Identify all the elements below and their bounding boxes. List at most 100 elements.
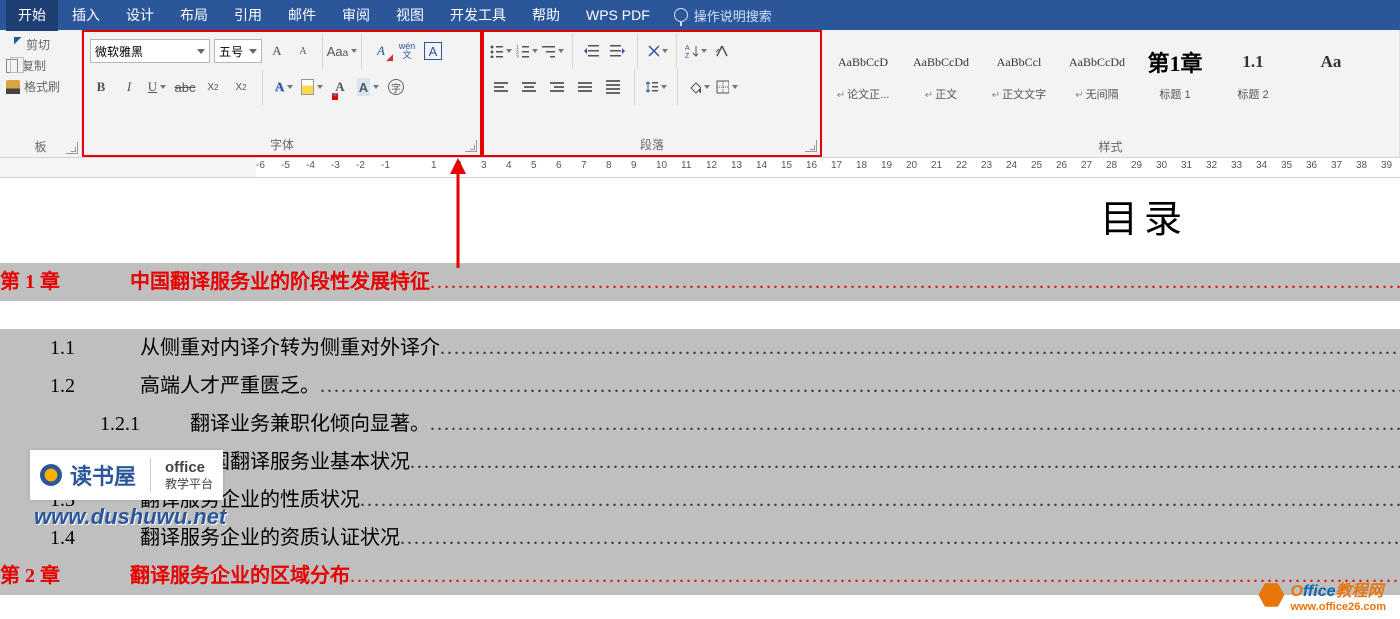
numbering-button[interactable]: 123 bbox=[516, 40, 538, 62]
bullets-button[interactable] bbox=[490, 40, 512, 62]
tab-view[interactable]: 视图 bbox=[384, 0, 436, 31]
change-case-button[interactable]: Aa bbox=[331, 40, 353, 62]
tell-me-search[interactable]: 操作说明搜索 bbox=[664, 6, 782, 25]
strike-button[interactable]: abc bbox=[174, 76, 196, 98]
clipboard-launcher[interactable] bbox=[66, 142, 78, 154]
distributed-button[interactable] bbox=[602, 76, 624, 98]
align-left-icon bbox=[494, 82, 508, 92]
text-effects-button[interactable]: A bbox=[273, 76, 295, 98]
char-border-button[interactable]: A bbox=[422, 40, 444, 62]
align-left-button[interactable] bbox=[490, 76, 512, 98]
clear-format-button[interactable]: A◢ bbox=[370, 40, 392, 62]
multilevel-list-button[interactable] bbox=[542, 40, 564, 62]
toc-leader: ........................................… bbox=[320, 367, 1400, 405]
enclose-char-button[interactable]: 字 bbox=[385, 76, 407, 98]
separator bbox=[322, 33, 323, 69]
style-item-4[interactable]: 第1章标题 1 bbox=[1140, 38, 1210, 106]
toc-row[interactable]: 第 2 章翻译服务企业的区域分布........................… bbox=[0, 557, 1400, 595]
style-name: 标题 1 bbox=[1159, 86, 1190, 102]
borders-button[interactable] bbox=[716, 76, 738, 98]
tab-insert[interactable]: 插入 bbox=[60, 0, 112, 31]
distributed-icon bbox=[606, 80, 620, 94]
bulb-icon bbox=[674, 8, 688, 22]
font-size-combo[interactable]: 五号 bbox=[214, 39, 262, 63]
char-shading-button[interactable]: A bbox=[357, 76, 379, 98]
tab-references[interactable]: 引用 bbox=[222, 0, 274, 31]
toc-row[interactable]: 1.1从侧重对内译介转为侧重对外译介......................… bbox=[0, 329, 1400, 367]
superscript-button[interactable]: X2 bbox=[230, 76, 252, 98]
ruler-margin bbox=[0, 158, 256, 177]
styles-gallery[interactable]: AaBbCcD↵论文正... AaBbCcDd↵正文 AaBbCcl↵正文文字 … bbox=[828, 34, 1393, 106]
shrink-font-button[interactable]: A bbox=[292, 40, 314, 62]
font-color-button[interactable]: A bbox=[329, 76, 351, 98]
line-spacing-icon bbox=[645, 80, 658, 94]
paragraph-launcher[interactable] bbox=[805, 140, 817, 152]
separator bbox=[361, 33, 362, 69]
clear-fmt-icon: A bbox=[377, 43, 385, 59]
underline-button[interactable]: U bbox=[146, 76, 168, 98]
group-clipboard: 剪切 复制 格式刷 板 bbox=[0, 30, 82, 157]
tab-home[interactable]: 开始 bbox=[6, 0, 58, 31]
tab-developer[interactable]: 开发工具 bbox=[438, 0, 518, 31]
chevron-down-icon bbox=[249, 49, 257, 54]
tell-me-label: 操作说明搜索 bbox=[694, 6, 772, 25]
bullets-icon bbox=[490, 44, 503, 58]
paragraph-group-label: 段落 bbox=[490, 134, 814, 155]
font-launcher[interactable] bbox=[465, 140, 477, 152]
style-item-6[interactable]: Aa bbox=[1296, 38, 1366, 90]
toc-num: 第 1 章 bbox=[0, 263, 130, 301]
style-item-2[interactable]: AaBbCcl↵正文文字 bbox=[984, 38, 1054, 106]
format-painter-button[interactable]: 格式刷 bbox=[6, 76, 75, 97]
subscript-button[interactable]: X2 bbox=[202, 76, 224, 98]
align-center-button[interactable] bbox=[518, 76, 540, 98]
toc-leader: ........................................… bbox=[360, 481, 1400, 519]
grow-font-button[interactable]: A bbox=[266, 40, 288, 62]
style-item-1[interactable]: AaBbCcDd↵正文 bbox=[906, 38, 976, 106]
toc-leader: ........................................… bbox=[400, 519, 1400, 557]
line-spacing-button[interactable] bbox=[645, 76, 667, 98]
asian-layout-button[interactable] bbox=[646, 40, 668, 62]
numbering-icon: 123 bbox=[516, 44, 529, 58]
cut-button[interactable]: 剪切 bbox=[6, 34, 75, 55]
style-item-0[interactable]: AaBbCcD↵论文正... bbox=[828, 38, 898, 106]
style-item-3[interactable]: AaBbCcDd↵无间隔 bbox=[1062, 38, 1132, 106]
toc-row[interactable]: 1.2.1翻译业务兼职化倾向显著。.......................… bbox=[0, 405, 1400, 443]
align-right-button[interactable] bbox=[546, 76, 568, 98]
increase-indent-button[interactable] bbox=[607, 40, 629, 62]
justify-button[interactable] bbox=[574, 76, 596, 98]
tab-design[interactable]: 设计 bbox=[114, 0, 166, 31]
toc-row[interactable]: 第 1 章中国翻译服务业的阶段性发展特征....................… bbox=[0, 263, 1400, 301]
copy-icon bbox=[6, 59, 18, 73]
shading-button[interactable] bbox=[688, 76, 710, 98]
decrease-indent-button[interactable] bbox=[581, 40, 603, 62]
italic-button[interactable]: I bbox=[118, 76, 140, 98]
separator bbox=[677, 69, 678, 105]
tab-mailings[interactable]: 邮件 bbox=[276, 0, 328, 31]
toc-text: 翻译服务企业的区域分布 bbox=[130, 557, 350, 595]
tab-help[interactable]: 帮助 bbox=[520, 0, 572, 31]
group-paragraph: 123 AZ 段落 bbox=[482, 30, 822, 157]
page[interactable]: 目录 第 1 章中国翻译服务业的阶段性发展特征.................… bbox=[0, 178, 1400, 619]
toc-leader: ........................................… bbox=[430, 263, 1400, 301]
tab-layout[interactable]: 布局 bbox=[168, 0, 220, 31]
font-name-combo[interactable]: 微软雅黑 bbox=[90, 39, 210, 63]
pilcrow-icon bbox=[715, 44, 729, 58]
bold-button[interactable]: B bbox=[90, 76, 112, 98]
tab-wpspdf[interactable]: WPS PDF bbox=[574, 1, 662, 29]
toc-leader: ........................................… bbox=[410, 443, 1400, 481]
justify-icon bbox=[578, 82, 592, 92]
show-marks-button[interactable] bbox=[711, 40, 733, 62]
style-preview: AaBbCcDd bbox=[1069, 42, 1125, 82]
copy-button[interactable]: 复制 bbox=[6, 55, 75, 76]
highlight-button[interactable] bbox=[301, 76, 323, 98]
style-name: ↵正文文字 bbox=[992, 86, 1046, 102]
tab-review[interactable]: 审阅 bbox=[330, 0, 382, 31]
ruler[interactable]: -6-5-4-3-2-11234567891011121314151617181… bbox=[0, 158, 1400, 178]
sort-button[interactable]: AZ bbox=[685, 40, 707, 62]
watermark-office26: Office教程网 www.office26.com bbox=[1258, 577, 1386, 613]
toc-row[interactable]: 1.2高端人才严重匮乏。............................… bbox=[0, 367, 1400, 405]
style-item-5[interactable]: 1.1标题 2 bbox=[1218, 38, 1288, 106]
phonetic-guide-button[interactable]: wén文 bbox=[396, 40, 418, 62]
outdent-icon bbox=[584, 44, 600, 58]
watermark-brand: 读书屋 bbox=[70, 459, 136, 491]
